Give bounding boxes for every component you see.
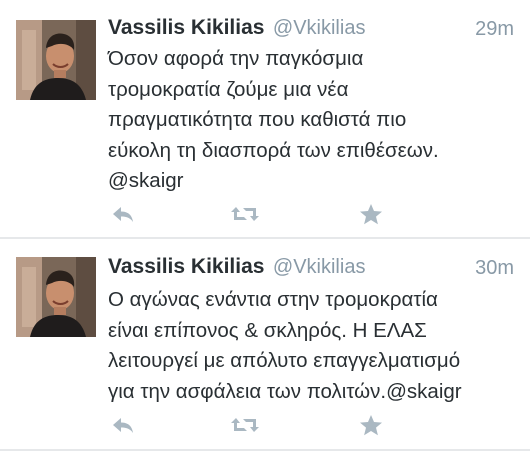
star-icon — [360, 415, 382, 436]
tweet[interactable]: Vassilis Kikilias @Vkikilias 30m Ο αγώνα… — [0, 239, 530, 449]
tweet-actions — [108, 200, 408, 228]
user-handle[interactable]: @Vkikilias — [273, 17, 366, 39]
user-handle[interactable]: @Vkikilias — [273, 256, 366, 278]
retweet-icon — [231, 207, 259, 221]
reply-icon — [113, 207, 133, 222]
timestamp[interactable]: 29m — [475, 18, 514, 41]
display-name[interactable]: Vassilis Kikilias — [108, 255, 264, 278]
favorite-button[interactable] — [356, 200, 386, 228]
reply-button[interactable] — [108, 200, 138, 228]
display-name[interactable]: Vassilis Kikilias — [108, 16, 264, 39]
reply-icon — [113, 418, 133, 433]
tweet-text: Ο αγώνας ενάντια στην τρομοκρατία είναι … — [108, 288, 462, 403]
retweet-icon — [231, 418, 259, 432]
timestamp[interactable]: 30m — [475, 257, 514, 280]
star-icon — [360, 204, 382, 225]
tweet-header: Vassilis Kikilias @Vkikilias 30m — [108, 255, 514, 283]
avatar[interactable] — [16, 257, 96, 337]
tweet-divider — [0, 449, 530, 451]
retweet-button[interactable] — [230, 200, 260, 228]
tweet-actions — [108, 411, 408, 439]
tweet-text: Όσον αφορά την παγκόσμια τρομοκρατία ζού… — [108, 47, 439, 192]
avatar[interactable] — [16, 20, 96, 100]
retweet-button[interactable] — [230, 411, 260, 439]
reply-button[interactable] — [108, 411, 138, 439]
tweet-header: Vassilis Kikilias @Vkikilias 29m — [108, 16, 514, 44]
favorite-button[interactable] — [356, 411, 386, 439]
tweet-timeline: Vassilis Kikilias @Vkikilias 29m Όσον αφ… — [0, 0, 530, 459]
tweet[interactable]: Vassilis Kikilias @Vkikilias 29m Όσον αφ… — [0, 0, 530, 238]
